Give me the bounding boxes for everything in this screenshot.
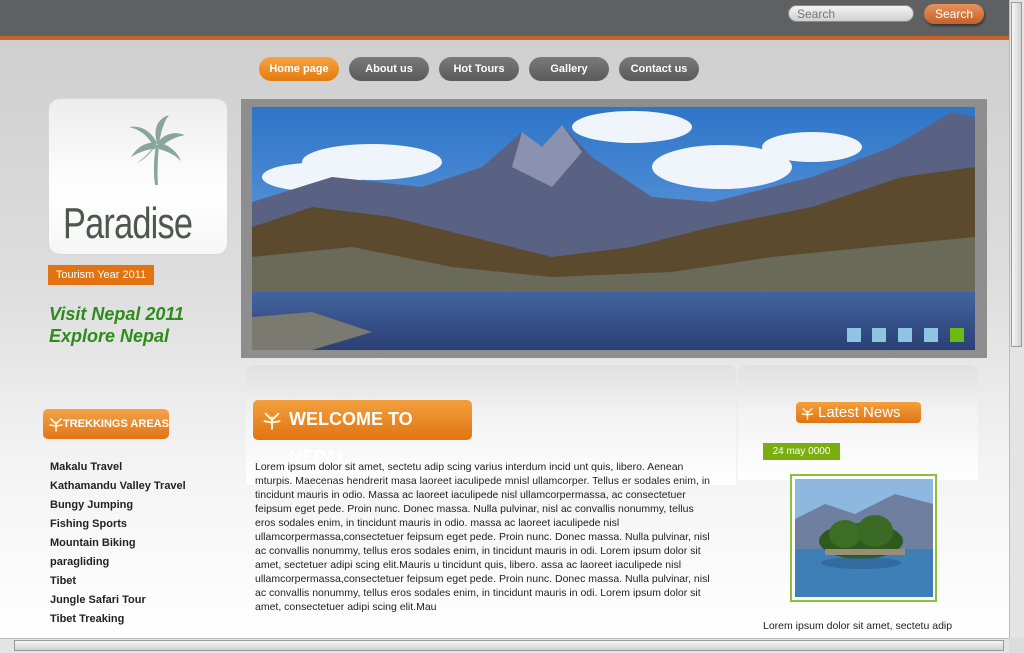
trek-item-jungle-safari-tour[interactable]: Jungle Safari Tour — [50, 594, 186, 613]
tourism-year-badge: Tourism Year 2011 — [48, 265, 154, 285]
slider-dot-2[interactable] — [872, 328, 886, 342]
slider-dot-3[interactable] — [898, 328, 912, 342]
palm-tree-icon — [129, 115, 185, 185]
trek-item-fishing-sports[interactable]: Fishing Sports — [50, 518, 186, 537]
welcome-body-text: Lorem ipsum dolor sit amet, sectetu adip… — [255, 461, 711, 613]
news-excerpt-text: Lorem ipsum dolor sit amet, sectetu adip — [763, 620, 953, 632]
trek-item-makalu-travel[interactable]: Makalu Travel — [50, 461, 186, 480]
banner-mountain-lake-image — [252, 107, 975, 350]
trek-item-mountain-biking[interactable]: Mountain Biking — [50, 537, 186, 556]
trek-item-tibet-treaking[interactable]: Tibet Treaking — [50, 613, 186, 632]
latest-news-label: Latest News — [818, 404, 901, 421]
nav-hot-tours[interactable]: Hot Tours — [439, 57, 519, 81]
nav-about-us[interactable]: About us — [349, 57, 429, 81]
vertical-scroll-thumb[interactable] — [1011, 2, 1022, 347]
trek-item-paragliding[interactable]: paragliding — [50, 556, 186, 575]
site-logo[interactable]: Paradise — [48, 98, 228, 255]
flower-icon — [49, 418, 63, 432]
slider-dot-4[interactable] — [924, 328, 938, 342]
logo-text: Paradise — [63, 199, 193, 248]
trek-item-kathamandu-valley-travel[interactable]: Kathamandu Valley Travel — [50, 480, 186, 499]
news-island-image[interactable] — [795, 479, 933, 597]
trek-item-bungy-jumping[interactable]: Bungy Jumping — [50, 499, 186, 518]
search-input[interactable] — [788, 5, 914, 22]
nav-home-page[interactable]: Home page — [259, 57, 339, 81]
latest-news-heading: Latest News — [796, 402, 921, 423]
flower-icon — [801, 407, 814, 420]
nav-contact-us[interactable]: Contact us — [619, 57, 699, 81]
tagline-line-1: Visit Nepal 2011 — [49, 304, 185, 324]
horizontal-scroll-thumb[interactable] — [14, 640, 1004, 651]
slider-dot-1[interactable] — [847, 328, 861, 342]
welcome-heading: WELCOME TO NEPAL — [253, 400, 472, 467]
trekking-areas-label: TREKKINGS AREAS — [63, 418, 169, 430]
scrollbar-corner — [1009, 638, 1024, 653]
flower-icon — [263, 412, 281, 430]
news-date-badge: 24 may 0000 — [763, 443, 840, 460]
search-button[interactable]: Search — [924, 4, 984, 24]
trekking-list: Makalu Travel Kathamandu Valley Travel B… — [50, 461, 186, 632]
trek-item-tibet[interactable]: Tibet — [50, 575, 186, 594]
tagline-line-2: Explore Nepal — [49, 326, 170, 346]
nav-gallery[interactable]: Gallery — [529, 57, 609, 81]
slider-dot-5[interactable] — [950, 328, 964, 342]
trekking-areas-heading: TREKKINGS AREAS — [43, 409, 169, 439]
